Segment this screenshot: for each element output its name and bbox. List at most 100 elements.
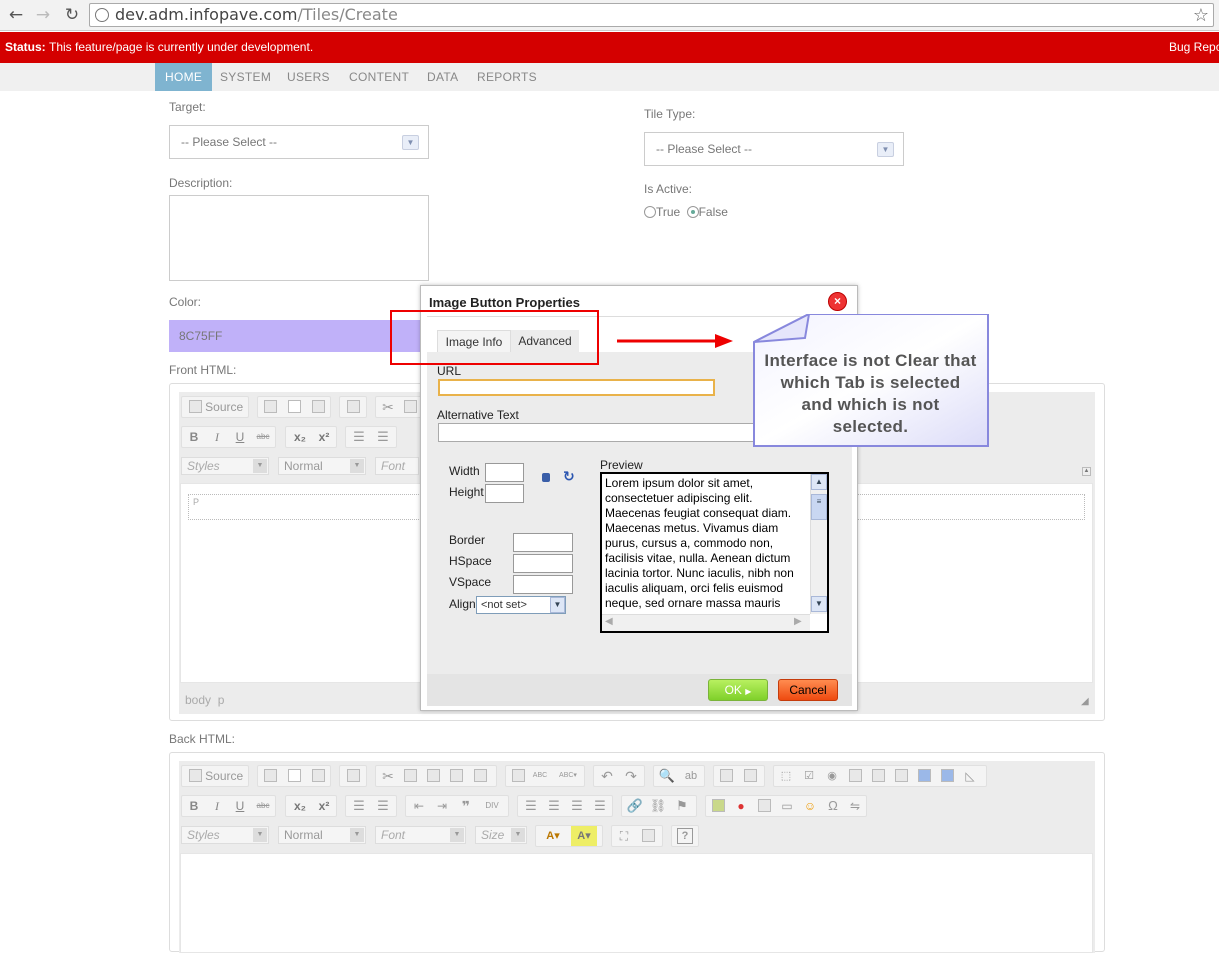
nav-content[interactable]: CONTENT [349,63,409,91]
nav-users[interactable]: USERS [287,63,330,91]
spellcheck-icon[interactable]: ABC [532,766,548,786]
new-page-icon[interactable] [287,400,301,413]
new-page-icon[interactable] [287,769,301,782]
back-source-button[interactable]: Source [181,765,249,787]
page-break-icon[interactable]: ⇋ [847,796,863,816]
scroll-thumb[interactable]: ≡ [811,494,827,520]
horizontal-rule-icon[interactable]: ▭ [779,796,795,816]
description-textarea[interactable] [169,195,429,281]
select-field-icon[interactable] [894,769,908,782]
resize-handle-icon[interactable]: ◢ [1081,697,1091,707]
nav-system[interactable]: SYSTEM [220,63,271,91]
alt-text-input[interactable] [438,423,768,442]
maximize-icon[interactable]: ⛶ [616,826,632,846]
scroll-right-icon[interactable]: ▶ [794,616,802,627]
preview-icon[interactable] [311,769,325,782]
source-button[interactable]: Source [181,396,249,418]
link-icon[interactable]: 🔗 [626,796,644,816]
create-div-icon[interactable]: DIV [481,796,503,816]
table-icon[interactable] [757,799,771,812]
redo-icon[interactable]: ↷ [622,766,640,786]
nav-reports[interactable]: REPORTS [477,63,537,91]
form-icon[interactable]: ⬚ [778,766,794,786]
lock-ratio-icon[interactable] [542,473,550,482]
bulleted-list-icon[interactable]: ☰ [374,427,392,447]
image-button-icon[interactable] [940,769,954,782]
bold-button[interactable]: B [186,427,202,447]
tile-type-select[interactable]: -- Please Select -- ▼ [644,132,904,166]
copy-icon[interactable] [403,400,417,413]
back-bold-button[interactable]: B [186,796,202,816]
preview-icon[interactable] [311,400,325,413]
numbered-list-icon[interactable]: ☰ [350,796,368,816]
remove-format-icon[interactable] [743,769,757,782]
save-icon[interactable] [263,769,277,782]
styles-combo[interactable]: Styles ▼ [181,457,269,475]
forward-button[interactable]: → [32,4,54,26]
preview-horizontal-scrollbar[interactable]: ◀ ▶ [602,614,810,631]
scroll-up-icon[interactable]: ▲ [811,474,827,490]
back-subscript-button[interactable]: x₂ [289,796,311,816]
is-active-false-radio[interactable] [686,206,699,218]
close-icon[interactable]: × [828,292,847,311]
back-button[interactable]: ← [5,4,27,26]
font-combo[interactable]: Font [375,457,419,475]
subscript-button[interactable]: x₂ [289,427,311,447]
outdent-icon[interactable]: ⇤ [410,796,428,816]
cancel-button[interactable]: Cancel [778,679,838,701]
width-input[interactable] [485,463,524,482]
back-superscript-button[interactable]: x² [313,796,335,816]
hspace-input[interactable] [513,554,573,573]
paste-icon[interactable] [426,769,440,782]
copy-icon[interactable] [403,769,417,782]
align-center-icon[interactable]: ☰ [545,796,563,816]
address-bar[interactable]: dev.adm.infopave.com/Tiles/Create ☆ [89,3,1214,27]
back-size-combo[interactable]: Size ▼ [475,826,527,844]
find-icon[interactable]: 🔍 [658,766,676,786]
ok-button[interactable]: OK ▶ [708,679,768,701]
back-font-combo[interactable]: Font ▼ [375,826,466,844]
target-select[interactable]: -- Please Select -- ▼ [169,125,429,159]
back-format-combo[interactable]: Normal ▼ [278,826,366,844]
smiley-icon[interactable]: ☺ [802,796,818,816]
image-icon[interactable] [711,799,725,812]
format-combo[interactable]: Normal ▼ [278,457,366,475]
undo-icon[interactable]: ↶ [598,766,616,786]
align-right-icon[interactable]: ☰ [568,796,586,816]
paste-text-icon[interactable] [449,769,463,782]
vspace-input[interactable] [513,575,573,594]
flash-icon[interactable]: ● [733,796,749,816]
nav-home[interactable]: HOME [155,63,213,91]
paste-word-icon[interactable] [473,769,487,782]
nav-data[interactable]: DATA [427,63,458,91]
button-icon[interactable] [917,769,931,782]
templates-icon[interactable] [346,400,360,413]
radio-icon[interactable]: ◉ [824,766,840,786]
special-char-icon[interactable]: Ω [825,796,841,816]
scroll-left-icon[interactable]: ◀ [605,616,613,627]
background-color-icon[interactable]: A▾ [571,826,597,846]
show-blocks-icon[interactable] [641,829,655,842]
textarea-icon[interactable] [871,769,885,782]
back-editor-content[interactable] [180,853,1093,953]
border-input[interactable] [513,533,573,552]
url-input[interactable] [438,379,715,396]
italic-button[interactable]: I [209,427,225,447]
save-icon[interactable] [263,400,277,413]
strikethrough-button[interactable]: abc [254,427,272,447]
print-icon[interactable] [511,769,525,782]
align-select[interactable]: <not set> ▼ [476,596,566,614]
anchor-flag-icon[interactable]: ⚑ [673,796,691,816]
unlink-icon[interactable]: ⛓ [649,796,667,816]
bug-report-link[interactable]: Bug Repo [1169,32,1219,63]
preview-vertical-scrollbar[interactable]: ▲ ≡ ▼ [810,474,827,614]
numbered-list-icon[interactable]: ☰ [350,427,368,447]
templates-icon[interactable] [346,769,360,782]
underline-button[interactable]: U [232,427,248,447]
height-input[interactable] [485,484,524,503]
scroll-down-icon[interactable]: ▼ [811,596,827,612]
back-italic-button[interactable]: I [209,796,225,816]
cut-icon[interactable]: ✂ [380,397,396,417]
help-icon[interactable]: ? [677,828,693,844]
checkbox-icon[interactable]: ☑ [801,766,817,786]
